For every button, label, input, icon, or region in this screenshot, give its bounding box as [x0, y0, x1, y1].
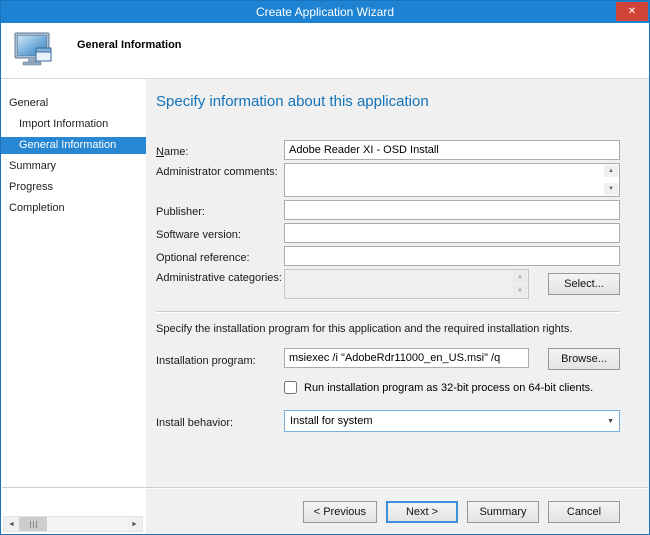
nav-item-progress[interactable]: Progress: [1, 179, 146, 196]
administrator-comments-label: Administrator comments:: [156, 163, 284, 178]
titlebar[interactable]: Create Application Wizard ✕: [1, 1, 649, 23]
optional-reference-input[interactable]: [284, 246, 620, 266]
publisher-label: Publisher:: [156, 203, 284, 218]
scrollbar-thumb[interactable]: [19, 517, 47, 531]
select-button[interactable]: Select...: [548, 273, 620, 295]
optional-reference-label: Optional reference:: [156, 249, 284, 264]
wizard-content: Specify information about this applicati…: [146, 79, 649, 534]
nav-item-import-information[interactable]: Import Information: [1, 116, 146, 133]
scroll-right-icon[interactable]: ►: [127, 517, 142, 531]
chevron-down-icon: ▼: [607, 418, 614, 425]
summary-button[interactable]: Summary: [467, 501, 539, 523]
run-32bit-checkbox[interactable]: [284, 381, 297, 394]
name-input[interactable]: [284, 140, 620, 160]
previous-button[interactable]: < Previous: [303, 501, 377, 523]
browse-button[interactable]: Browse...: [548, 348, 620, 370]
software-version-label: Software version:: [156, 226, 284, 241]
footer-buttons: < Previous Next > Summary Cancel: [303, 501, 620, 523]
application-icon: [13, 31, 55, 78]
scroll-up-icon[interactable]: ▲: [604, 165, 618, 177]
scrollbar-track: [47, 517, 127, 531]
close-icon: ✕: [628, 6, 636, 17]
wizard-header: General Information: [1, 23, 649, 79]
scroll-left-icon[interactable]: ◄: [4, 517, 19, 531]
install-behavior-value: Install for system: [290, 415, 373, 427]
scroll-up-icon: ▲: [513, 271, 527, 283]
create-application-wizard-window: Create Application Wizard ✕ G: [0, 0, 650, 535]
install-behavior-dropdown[interactable]: Install for system ▼: [284, 410, 620, 432]
administrator-comments-input[interactable]: ▲ ▼: [284, 163, 620, 197]
footer-separator: [2, 487, 648, 489]
page-title: General Information: [77, 39, 182, 78]
nav-item-general-information[interactable]: General Information: [1, 137, 146, 154]
install-behavior-label: Install behavior:: [156, 414, 284, 429]
nav-item-summary[interactable]: Summary: [1, 158, 146, 175]
content-area: General Import Information General Infor…: [1, 79, 649, 534]
install-section-description: Specify the installation program for thi…: [156, 323, 620, 335]
administrative-categories-input: ▲ ▼: [284, 269, 529, 299]
installation-program-input[interactable]: [284, 348, 529, 368]
window-title: Create Application Wizard: [1, 5, 649, 19]
publisher-input[interactable]: [284, 200, 620, 220]
scroll-down-icon[interactable]: ▼: [604, 183, 618, 195]
name-label: Name:: [156, 143, 284, 158]
run-32bit-label: Run installation program as 32-bit proce…: [304, 382, 593, 394]
cancel-button[interactable]: Cancel: [548, 501, 620, 523]
administrative-categories-label: Administrative categories:: [156, 269, 284, 284]
next-button[interactable]: Next >: [386, 501, 458, 523]
nav-item-general[interactable]: General: [1, 95, 146, 112]
page-heading: Specify information about this applicati…: [156, 93, 620, 110]
sidebar-horizontal-scrollbar[interactable]: ◄ ►: [3, 516, 143, 532]
close-button[interactable]: ✕: [616, 2, 648, 21]
wizard-nav: General Import Information General Infor…: [1, 79, 146, 534]
software-version-input[interactable]: [284, 223, 620, 243]
section-separator: [156, 311, 620, 313]
nav-item-completion[interactable]: Completion: [1, 200, 146, 217]
installation-program-label: Installation program:: [156, 352, 284, 367]
scroll-down-icon: ▼: [513, 285, 527, 297]
